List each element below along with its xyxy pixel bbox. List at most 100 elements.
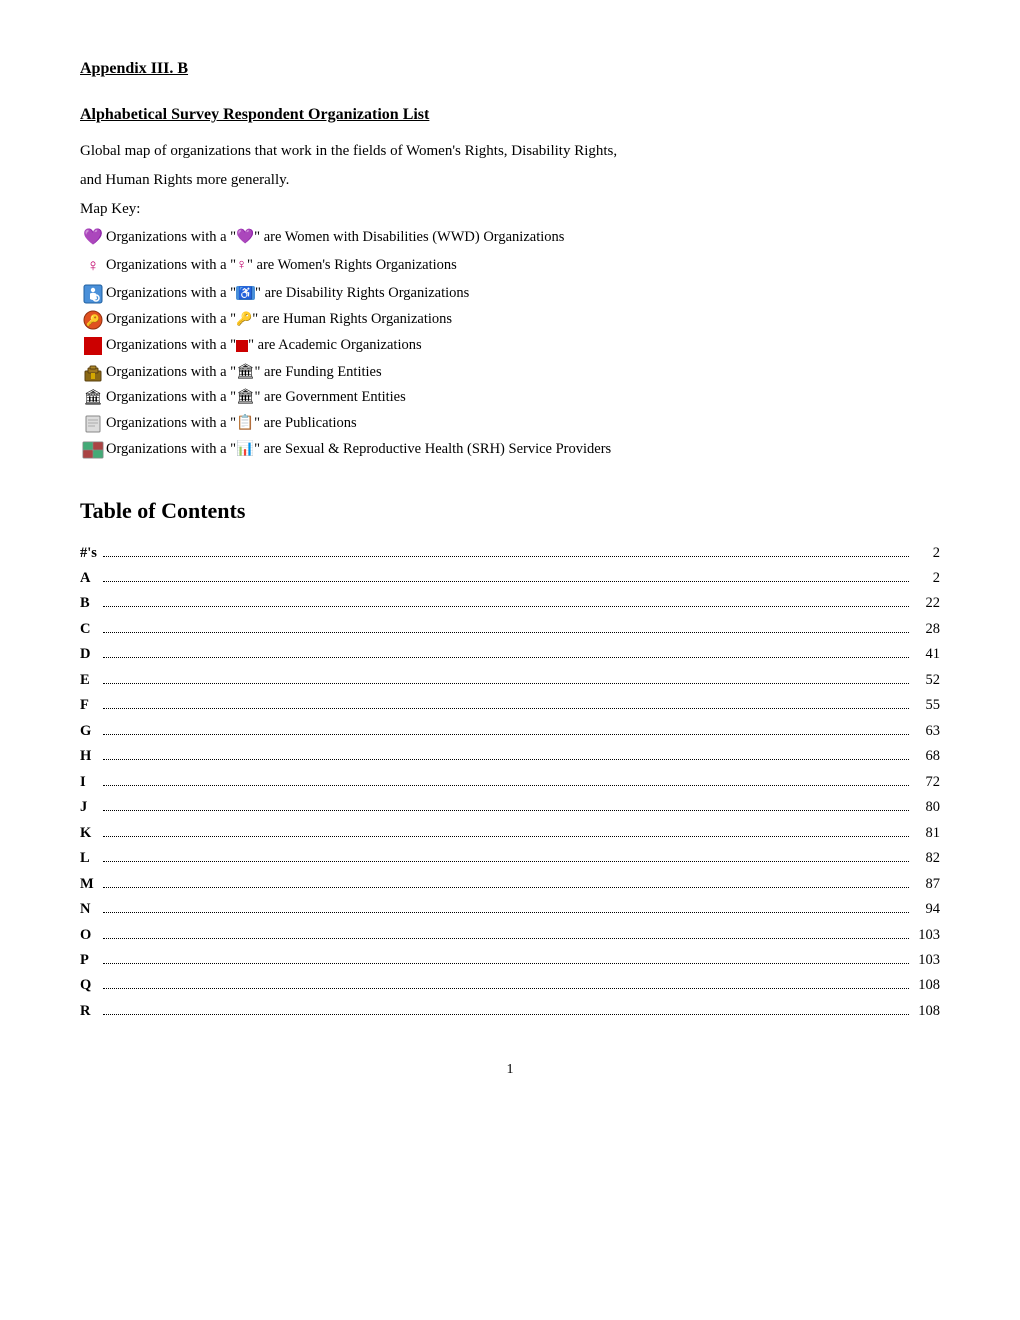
toc-dots bbox=[103, 759, 909, 760]
intro-line2: and Human Rights more generally. bbox=[80, 169, 940, 192]
toc-page: 80 bbox=[912, 796, 940, 818]
toc-item[interactable]: H 68 bbox=[80, 745, 940, 767]
key-item-disability: Organizations with a "♿" are Disability … bbox=[80, 281, 940, 306]
toc-item[interactable]: L 82 bbox=[80, 847, 940, 869]
map-key-list: 💜 Organizations with a "💜" are Women wit… bbox=[80, 225, 940, 462]
key-text-funding: Organizations with a "🏛" are Funding Ent… bbox=[106, 361, 940, 385]
toc-item[interactable]: A2 bbox=[80, 567, 940, 589]
section-title: Alphabetical Survey Respondent Organizat… bbox=[80, 106, 940, 124]
toc-letter: M bbox=[80, 873, 100, 895]
page-number: 1 bbox=[80, 1062, 940, 1078]
map-key-label: Map Key: bbox=[80, 197, 940, 221]
toc-dots bbox=[103, 708, 909, 709]
key-item-academic: Organizations with a "" are Academic Org… bbox=[80, 333, 940, 359]
toc-page: 2 bbox=[912, 567, 940, 589]
key-item-srh: Organizations with a "📊" are Sexual & Re… bbox=[80, 438, 940, 462]
toc-dots bbox=[103, 861, 909, 862]
key-item-funding: Organizations with a "🏛" are Funding Ent… bbox=[80, 360, 940, 385]
publications-icon bbox=[80, 412, 106, 437]
toc-dots bbox=[103, 887, 909, 888]
key-text-womens: Organizations with a "♀" are Women's Rig… bbox=[106, 254, 940, 278]
appendix-title: Appendix III. B bbox=[80, 60, 940, 78]
toc-dots bbox=[103, 734, 909, 735]
toc-letter: L bbox=[80, 847, 100, 869]
key-item-humanrights: 🔑 Organizations with a "🔑" are Human Rig… bbox=[80, 307, 940, 332]
toc-item[interactable]: F 55 bbox=[80, 694, 940, 716]
toc-item[interactable]: C28 bbox=[80, 618, 940, 640]
toc-letter: D bbox=[80, 643, 100, 665]
toc-page: 103 bbox=[912, 924, 940, 946]
key-item-womens: ♀ Organizations with a "♀" are Women's R… bbox=[80, 252, 940, 280]
toc-dots bbox=[103, 581, 909, 582]
toc-dots bbox=[103, 657, 909, 658]
toc-item[interactable]: I 72 bbox=[80, 771, 940, 793]
toc-letter: O bbox=[80, 924, 100, 946]
toc-page: 55 bbox=[912, 694, 940, 716]
toc-item[interactable]: N 94 bbox=[80, 898, 940, 920]
toc-letter: J bbox=[80, 796, 100, 818]
key-text-wwd: Organizations with a "💜" are Women with … bbox=[106, 226, 940, 250]
toc-item[interactable]: J 80 bbox=[80, 796, 940, 818]
toc-page: 63 bbox=[912, 720, 940, 742]
key-item-publications: Organizations with a "📋" are Publication… bbox=[80, 412, 940, 437]
toc-item[interactable]: B22 bbox=[80, 592, 940, 614]
toc-page: 72 bbox=[912, 771, 940, 793]
toc-item[interactable]: M 87 bbox=[80, 873, 940, 895]
toc-letter: N bbox=[80, 898, 100, 920]
toc-letter: R bbox=[80, 1000, 100, 1022]
toc-page: 68 bbox=[912, 745, 940, 767]
govt-icon: 🏛 bbox=[80, 386, 106, 411]
toc-letter: E bbox=[80, 669, 100, 691]
toc-item[interactable]: G 63 bbox=[80, 720, 940, 742]
toc-dots bbox=[103, 963, 909, 964]
toc-item[interactable]: P 103 bbox=[80, 949, 940, 971]
toc-page: 22 bbox=[912, 592, 940, 614]
academic-icon bbox=[80, 333, 106, 359]
toc-page: 87 bbox=[912, 873, 940, 895]
toc-dots bbox=[103, 606, 909, 607]
toc-page: 94 bbox=[912, 898, 940, 920]
key-text-humanrights: Organizations with a "🔑" are Human Right… bbox=[106, 308, 940, 332]
venus-icon: ♀ bbox=[80, 252, 106, 280]
srh-icon bbox=[80, 438, 106, 461]
key-text-publications: Organizations with a "📋" are Publication… bbox=[106, 412, 940, 436]
funding-icon bbox=[80, 360, 106, 385]
toc-item[interactable]: Q108 bbox=[80, 974, 940, 996]
toc-dots bbox=[103, 938, 909, 939]
toc-dots bbox=[103, 632, 909, 633]
humanrights-icon: 🔑 bbox=[80, 307, 106, 332]
toc-letter: G bbox=[80, 720, 100, 742]
toc-letter: H bbox=[80, 745, 100, 767]
svg-text:🔑: 🔑 bbox=[86, 313, 100, 327]
toc-dots bbox=[103, 1014, 909, 1015]
key-text-academic: Organizations with a "" are Academic Org… bbox=[106, 334, 940, 358]
toc-letter: P bbox=[80, 949, 100, 971]
toc-letter: A bbox=[80, 567, 100, 589]
key-text-govt: Organizations with a "🏛" are Government … bbox=[106, 386, 940, 410]
toc-letter: I bbox=[80, 771, 100, 793]
toc-item[interactable]: K 81 bbox=[80, 822, 940, 844]
toc-letter: K bbox=[80, 822, 100, 844]
toc-item[interactable]: #'s 2 bbox=[80, 542, 940, 564]
toc-page: 103 bbox=[912, 949, 940, 971]
toc-page: 108 bbox=[912, 974, 940, 996]
wwd-icon: 💜 bbox=[80, 225, 106, 251]
toc-item[interactable]: R 108 bbox=[80, 1000, 940, 1022]
toc-page: 82 bbox=[912, 847, 940, 869]
toc-page: 81 bbox=[912, 822, 940, 844]
toc-page: 41 bbox=[912, 643, 940, 665]
toc-item[interactable]: D 41 bbox=[80, 643, 940, 665]
toc-list: #'s2A2B22C28D41E52F55G63H68I72J80K81L82M… bbox=[80, 542, 940, 1023]
toc-letter: #'s bbox=[80, 542, 100, 564]
toc-letter: F bbox=[80, 694, 100, 716]
toc-page: 108 bbox=[912, 1000, 940, 1022]
intro-line1: Global map of organizations that work in… bbox=[80, 140, 940, 163]
toc-letter: C bbox=[80, 618, 100, 640]
toc-page: 2 bbox=[912, 542, 940, 564]
toc-dots bbox=[103, 912, 909, 913]
toc-dots bbox=[103, 556, 909, 557]
toc-item[interactable]: E52 bbox=[80, 669, 940, 691]
disability-icon bbox=[80, 281, 106, 306]
toc-item[interactable]: O 103 bbox=[80, 924, 940, 946]
key-text-disability: Organizations with a "♿" are Disability … bbox=[106, 282, 940, 306]
